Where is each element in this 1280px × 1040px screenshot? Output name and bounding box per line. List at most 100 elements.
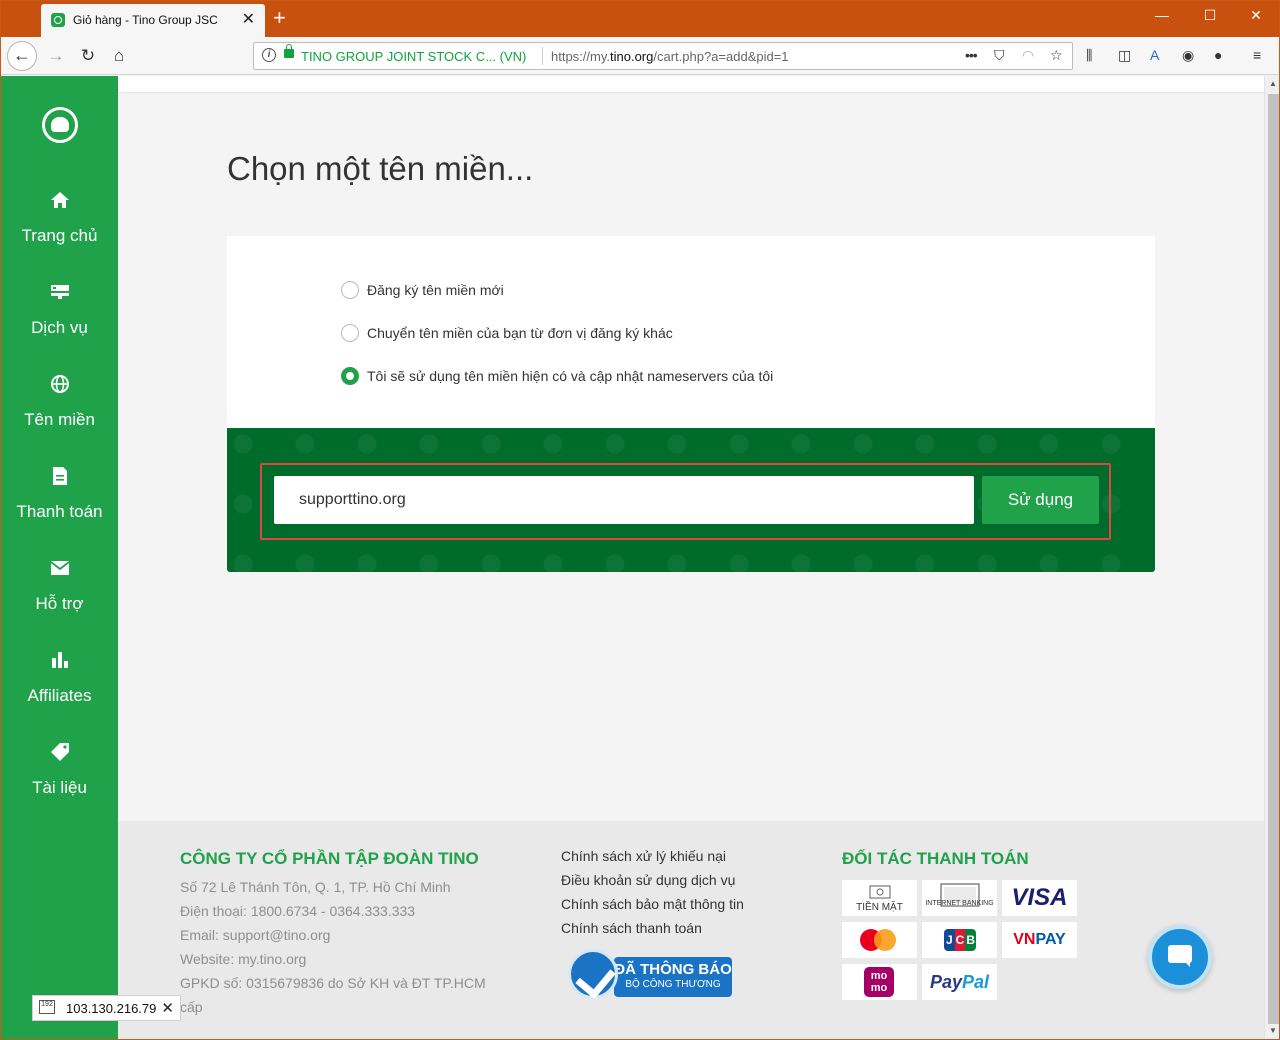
pay-mastercard [842,922,917,958]
tab-cart[interactable]: Giỏ hàng - Tino Group JSC ✕ [41,4,265,37]
tag-icon [50,743,69,761]
company-license-cont: cấp [180,999,203,1015]
forward-arrow-icon[interactable]: → [43,43,69,69]
sidebar-item-label: Hỗ trợ [35,594,84,613]
radio-transfer[interactable] [341,324,359,342]
minimize-button[interactable]: — [1147,7,1177,23]
pay-paypal: PayPal [922,964,997,1000]
library-icon[interactable]: ⫼ [1086,47,1092,64]
sidebar-icon[interactable]: ◫ [1118,47,1131,64]
url-bar[interactable]: i TINO GROUP JOINT STOCK C... (VN) https… [253,42,1073,70]
page-title: Chọn một tên miền... [227,150,534,187]
footer-link-privacy[interactable]: Chính sách bảo mật thông tin [561,896,744,912]
company-heading: CÔNG TY CỔ PHẦN TẬP ĐOÀN TINO [180,849,479,868]
home-icon[interactable]: ⌂ [106,43,132,69]
server-icon [50,285,69,299]
sidebar-item-services[interactable]: Dịch vụ [1,282,118,338]
url-path: /cart.php?a=add&pid=1 [653,49,789,64]
sidebar-item-affiliates[interactable]: Affiliates [1,650,118,706]
translate-icon[interactable]: A [1150,47,1159,63]
sidebar-item-home[interactable]: Trang chủ [1,190,118,246]
sidebar-item-label: Thanh toán [16,502,103,521]
account-icon[interactable]: ● [1214,47,1222,63]
main-content: Chọn một tên miền... Đăng ký tên miền mớ… [118,76,1264,821]
sidebar-item-label: Tên miền [24,410,95,429]
pocket-icon[interactable]: ⛉ [994,47,1005,64]
footer: CÔNG TY CỔ PHẦN TẬP ĐOÀN TINO Số 72 Lê T… [118,821,1264,1039]
sidebar-item-label: Trang chủ [21,226,98,245]
paypal-pal: Pal [962,972,990,992]
page-scrollbar[interactable]: ▲ ▼ [1264,76,1279,1039]
footer-link-terms[interactable]: Điều khoản sử dụng dịch vụ [561,872,735,888]
domain-entry-panel: Sử dụng [227,428,1155,572]
jcb-logo: J C B [944,929,977,951]
scroll-up-icon[interactable]: ▲ [1265,79,1279,88]
sidebar-item-label: Affiliates [27,686,92,705]
reader-icon[interactable]: ◠ [1022,47,1034,64]
bar-chart-icon [51,652,68,668]
tab-close-icon[interactable]: ✕ [242,9,255,29]
reload-icon[interactable]: ↻ [75,43,101,69]
pay-vnpay: VNPAY [1002,922,1077,958]
company-phone: Điện thoại: 1800.6734 - 0364.333.333 [180,903,416,919]
company-address: Số 72 Lê Thánh Tôn, Q. 1, TP. Hồ Chí Min… [180,879,451,895]
close-window-button[interactable]: ✕ [1241,7,1271,24]
sidebar: Trang chủ Dịch vụ Tên miền Thanh toán Hỗ… [1,76,118,1039]
menu-icon[interactable]: ≡ [1253,47,1261,63]
back-arrow-icon[interactable]: ← [7,41,37,71]
moit-badge[interactable]: ĐÃ THÔNG BÁO BỘ CÔNG THƯƠNG [566,947,732,999]
tino-logo[interactable] [42,107,78,143]
ip-close-icon[interactable]: ✕ [161,999,174,1017]
more-icon[interactable]: ••• [965,47,978,63]
network-icon: 192 [39,1000,55,1014]
tino-favicon-icon [51,13,65,27]
bookmark-star-icon[interactable]: ☆ [1050,47,1063,64]
new-tab-button[interactable]: + [273,5,286,31]
radio-register[interactable] [341,281,359,299]
pay-cash-label: TIỀN MẶT [856,902,903,913]
sidebar-item-docs[interactable]: Tài liệu [1,742,118,798]
paypal-logo: PayPal [930,972,989,992]
paypal-pay: Pay [929,972,962,992]
footer-link-complaints[interactable]: Chính sách xử lý khiếu nại [561,848,726,864]
company-website: Website: my.tino.org [180,951,307,967]
invoice-icon [52,467,67,485]
vnpay-logo: VNPAY [1013,931,1065,948]
pay-visa: VISA [1002,880,1077,916]
info-icon[interactable]: i [262,48,276,62]
browser-window: Giỏ hàng - Tino Group JSC ✕ + — ☐ ✕ ← → … [0,0,1280,1040]
site-identity[interactable]: TINO GROUP JOINT STOCK C... (VN) [301,49,526,64]
company-license: GPKD số: 0315679836 do Sở KH và ĐT TP.HC… [180,975,486,991]
company-email: Email: support@tino.org [180,927,331,943]
ip-address-badge: 192 103.130.216.79 ✕ [32,995,181,1021]
domain-options-card: Đăng ký tên miền mới Chuyển tên miền của… [227,236,1155,428]
envelope-icon [49,561,70,575]
jcb-c: C [954,929,966,951]
sidebar-item-support[interactable]: Hỗ trợ [1,558,118,614]
url-text[interactable]: https://my.tino.org/cart.php?a=add&pid=1 [551,49,789,64]
momo-logo: mo mo [864,967,894,997]
chat-button[interactable] [1148,925,1212,989]
scrollbar-thumb[interactable] [1268,94,1279,1024]
option-label: Chuyển tên miền của bạn từ đơn vị đăng k… [367,325,673,341]
checkmark-icon [568,949,618,999]
maximize-button[interactable]: ☐ [1195,7,1225,24]
scroll-down-icon[interactable]: ▼ [1265,1026,1279,1035]
sidebar-item-billing[interactable]: Thanh toán [1,466,118,522]
sidebar-item-domains[interactable]: Tên miền [1,374,118,430]
radio-use-existing[interactable] [341,367,359,385]
home-icon [50,192,69,208]
tab-title: Giỏ hàng - Tino Group JSC [73,13,218,27]
visa-logo: VISA [1011,884,1068,911]
nav-bar: ← → ↻ ⌂ i TINO GROUP JOINT STOCK C... (V… [1,37,1279,75]
pay-jcb: J C B [922,922,997,958]
domain-input[interactable] [274,476,974,524]
ip-address: 103.130.216.79 [66,1001,157,1016]
mastercard-orange-icon [874,929,896,951]
pay-momo: mo mo [842,964,917,1000]
badge-line2: BỘ CÔNG THƯƠNG [625,979,721,990]
extension-icon[interactable]: ◉ [1182,47,1194,64]
use-domain-button[interactable]: Sử dụng [982,476,1099,524]
footer-link-payment[interactable]: Chính sách thanh toán [561,920,702,936]
globe-icon [50,375,69,393]
